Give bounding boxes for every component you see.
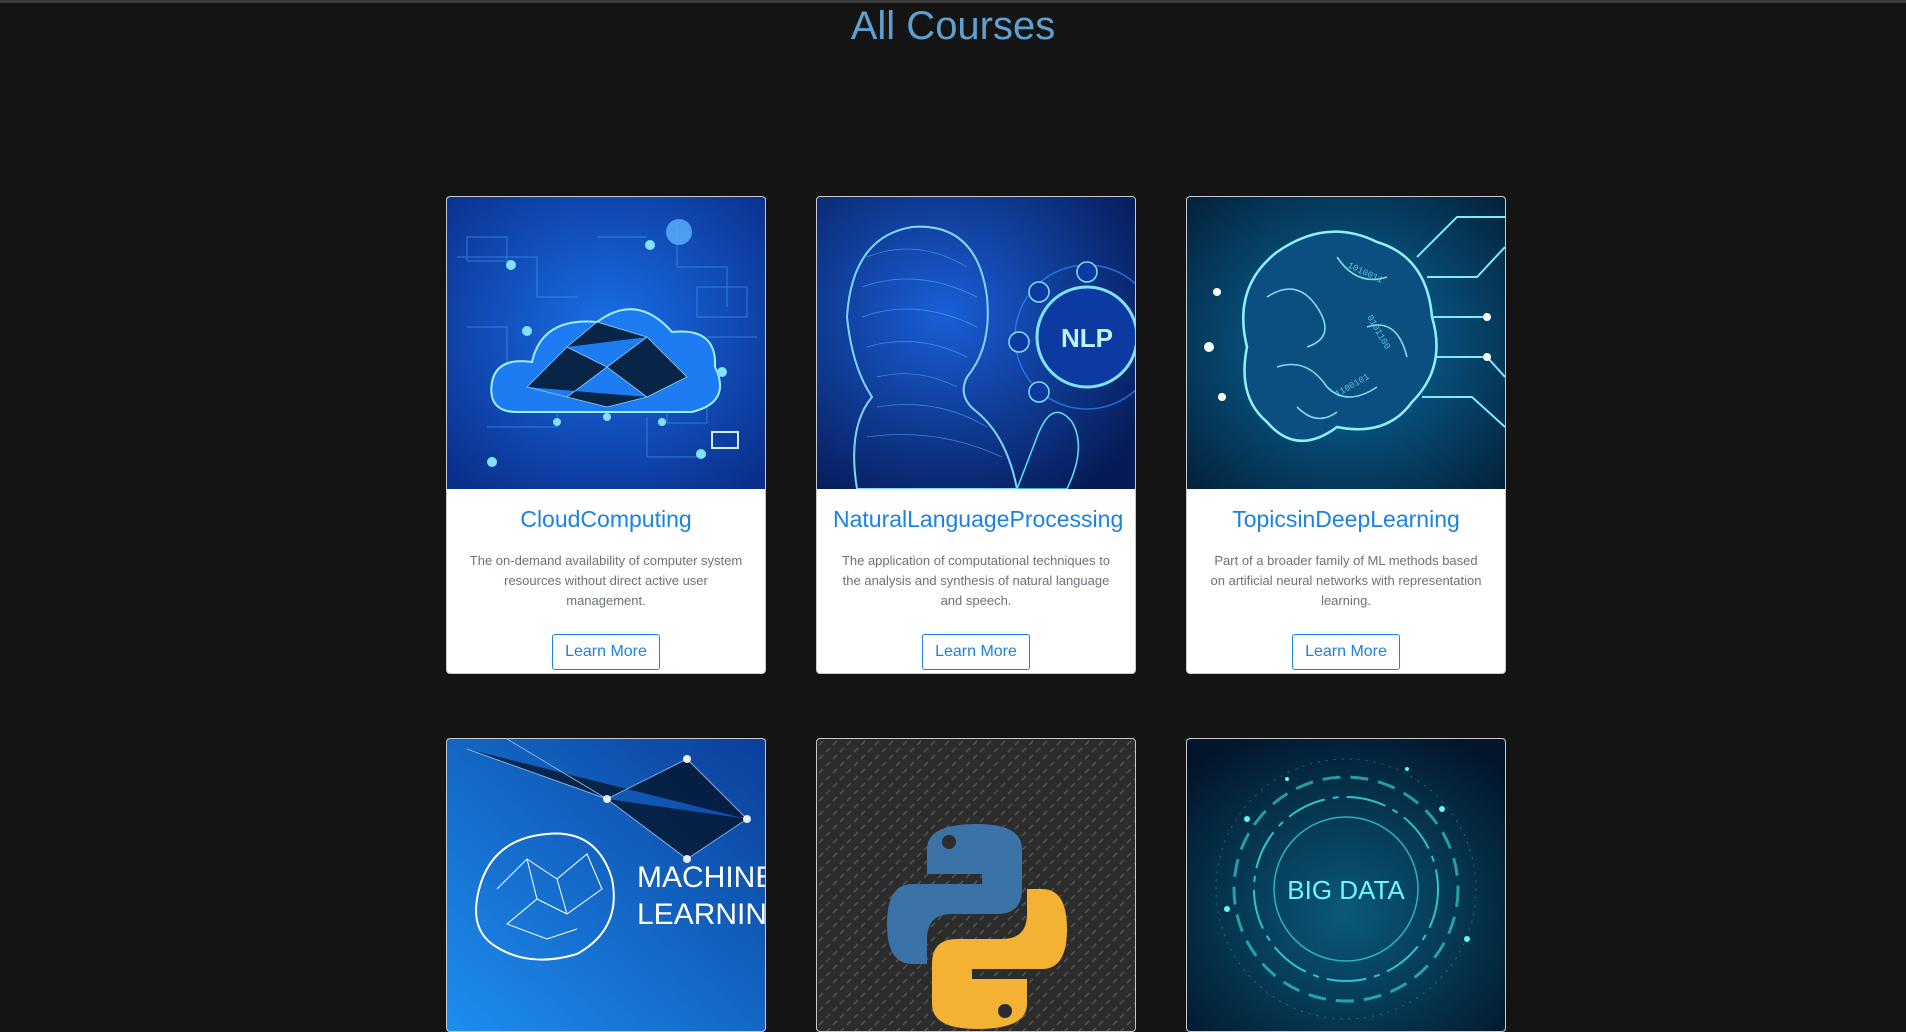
course-title[interactable]: CloudComputing (463, 503, 749, 535)
course-card-big-data: BIG DATA (1186, 738, 1506, 1032)
ml-image-text-line2: LEARNING (637, 898, 765, 931)
big-data-image-text: BIG DATA (1287, 875, 1405, 905)
cloud-computing-image (447, 197, 765, 489)
course-card-python (816, 738, 1136, 1032)
courses-grid: CloudComputing The on-demand availabilit… (446, 196, 1506, 1032)
learn-more-button[interactable]: Learn More (922, 634, 1030, 670)
nlp-robot-head-image: NLP (817, 197, 1135, 489)
learn-more-button[interactable]: Learn More (552, 634, 660, 670)
course-description: The on-demand availability of computer s… (469, 553, 743, 608)
machine-learning-image: MACHINE LEARNING (447, 739, 765, 1031)
course-description: Part of a broader family of ML methods b… (1210, 553, 1482, 608)
course-card-deep-learning: 1010011 0101100 1100101 TopicsinDeepLear… (1186, 196, 1506, 674)
learn-more-button[interactable]: Learn More (1292, 634, 1400, 670)
course-title[interactable]: TopicsinDeepLearning (1203, 503, 1489, 535)
nlp-image-text: NLP (1061, 323, 1113, 353)
big-data-image: BIG DATA (1187, 739, 1505, 1031)
course-description: The application of computational techniq… (841, 553, 1111, 608)
course-title[interactable]: NaturalLanguageProcessing (833, 503, 1123, 535)
page-title: All Courses (850, 4, 1056, 48)
course-card-nlp: NLP NaturalLanguageProcessing The applic… (816, 196, 1136, 674)
ml-image-text-line1: MACHINE (637, 861, 765, 894)
course-card-machine-learning: MACHINE LEARNING (446, 738, 766, 1032)
python-logo-image (817, 739, 1135, 1031)
brain-circuit-image: 1010011 0101100 1100101 (1187, 197, 1505, 489)
course-card-cloud-computing: CloudComputing The on-demand availabilit… (446, 196, 766, 674)
